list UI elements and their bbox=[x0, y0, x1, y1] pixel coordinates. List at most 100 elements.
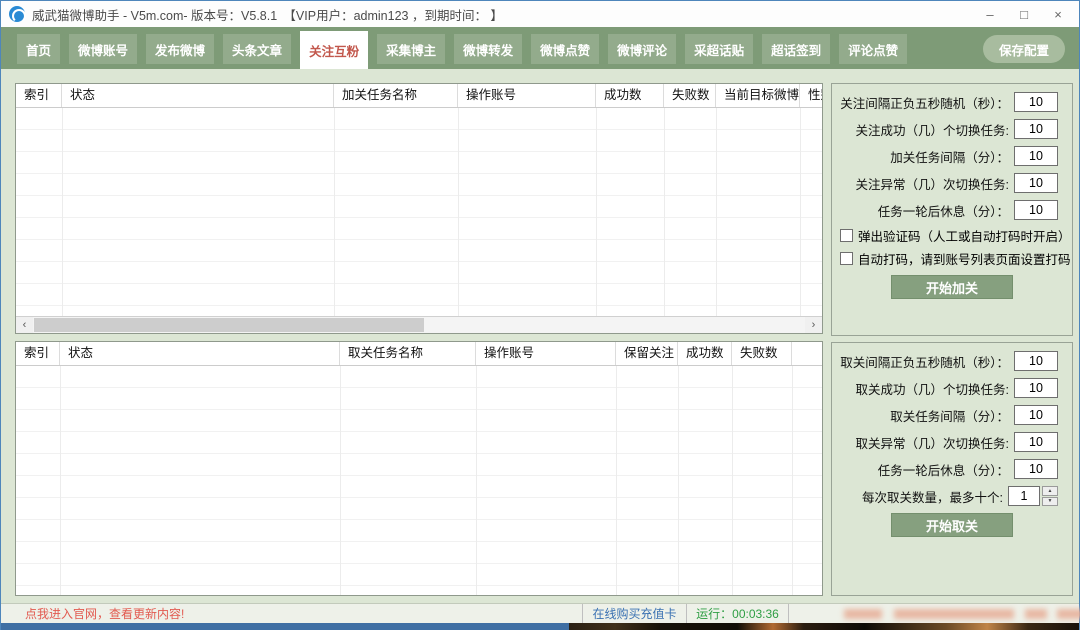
status-buy-section: 在线购买充值卡 bbox=[583, 604, 687, 623]
desktop-edge-left bbox=[1, 623, 569, 630]
follow-interval-random-row: 关注间隔正负五秒随机（秒）： bbox=[832, 92, 1072, 112]
column-header-失败数[interactable]: 失败数 bbox=[664, 84, 716, 108]
tab-评论点赞[interactable]: 评论点赞 bbox=[839, 34, 907, 64]
unfollow-success-switch-row: 取关成功（几）个切换任务: bbox=[832, 378, 1072, 398]
start-unfollow-button[interactable]: 开始取关 bbox=[891, 513, 1013, 537]
unfollow-success-switch-input[interactable] bbox=[1014, 378, 1058, 398]
column-divider bbox=[334, 108, 335, 316]
unfollow-round-rest-row: 任务一轮后休息（分）： bbox=[832, 459, 1072, 479]
spinner-down-icon[interactable]: ▼ bbox=[1042, 497, 1058, 507]
tab-超话签到[interactable]: 超话签到 bbox=[762, 34, 830, 64]
column-header-保留关注[interactable]: 保留关注 bbox=[616, 342, 678, 366]
tab-bar-tabs: 首页微博账号发布微博头条文章关注互粉采集博主微博转发微博点赞微博评论采超话贴超话… bbox=[17, 27, 907, 69]
follow-interval-random-label: 关注间隔正负五秒随机（秒）： bbox=[840, 93, 1009, 112]
status-bar: 点我进入官网，查看更新内容! 在线购买充值卡 运行： 00:03:36 bbox=[1, 603, 1079, 623]
follow-table-hscrollbar[interactable]: ‹ › bbox=[16, 316, 822, 333]
unfollow-success-switch-label: 取关成功（几）个切换任务: bbox=[856, 379, 1009, 398]
column-header-状态[interactable]: 状态 bbox=[60, 342, 340, 366]
unfollow-count-stepper: ▲▼ bbox=[1042, 486, 1058, 506]
status-home-section: 点我进入官网，查看更新内容! bbox=[1, 604, 583, 623]
follow-round-rest-input[interactable] bbox=[1014, 200, 1058, 220]
app-window: 威武猫微博助手 - V5m.com- 版本号：V5.8.1 【VIP用户：adm… bbox=[0, 0, 1080, 630]
tab-微博账号[interactable]: 微博账号 bbox=[69, 34, 137, 64]
window-controls: – □ × bbox=[973, 1, 1075, 27]
spinner-up-icon[interactable]: ▲ bbox=[1042, 486, 1058, 496]
app-logo-icon bbox=[9, 6, 25, 22]
unfollow-error-switch-label: 取关异常（几）次切换任务: bbox=[856, 433, 1009, 452]
unfollow-count-input[interactable] bbox=[1008, 486, 1040, 506]
follow-task-interval-row: 加关任务间隔（分）： bbox=[832, 146, 1072, 166]
buy-recharge-card-link[interactable]: 在线购买充值卡 bbox=[592, 605, 676, 622]
column-header-操作账号[interactable]: 操作账号 bbox=[476, 342, 616, 366]
column-header-成功数[interactable]: 成功数 bbox=[678, 342, 732, 366]
column-header-成功数[interactable]: 成功数 bbox=[596, 84, 664, 108]
save-config-button[interactable]: 保存配置 bbox=[983, 35, 1065, 63]
unfollow-task-table: 索引状态取关任务名称操作账号保留关注成功数失败数 bbox=[15, 341, 823, 596]
redacted-watermark bbox=[1025, 609, 1047, 619]
redacted-watermark bbox=[894, 609, 1014, 619]
tab-采集博主[interactable]: 采集博主 bbox=[377, 34, 445, 64]
follow-success-switch-input[interactable] bbox=[1014, 119, 1058, 139]
follow-round-rest-label: 任务一轮后休息（分）： bbox=[878, 201, 1009, 220]
tab-发布微博[interactable]: 发布微博 bbox=[146, 34, 214, 64]
unfollow-interval-random-input[interactable] bbox=[1014, 351, 1058, 371]
follow-table-body[interactable] bbox=[16, 108, 822, 316]
unfollow-round-rest-input[interactable] bbox=[1014, 459, 1058, 479]
tab-微博评论[interactable]: 微博评论 bbox=[608, 34, 676, 64]
minimize-button[interactable]: – bbox=[973, 1, 1007, 27]
column-header-加关任务名称[interactable]: 加关任务名称 bbox=[334, 84, 458, 108]
column-header-操作账号[interactable]: 操作账号 bbox=[458, 84, 596, 108]
column-divider bbox=[616, 366, 617, 595]
tab-bar: 首页微博账号发布微博头条文章关注互粉采集博主微博转发微博点赞微博评论采超话贴超话… bbox=[1, 27, 1079, 69]
column-divider bbox=[732, 366, 733, 595]
column-divider bbox=[792, 366, 793, 595]
follow-task-interval-input[interactable] bbox=[1014, 146, 1058, 166]
scroll-left-icon[interactable]: ‹ bbox=[16, 317, 33, 333]
maximize-button[interactable]: □ bbox=[1007, 1, 1041, 27]
follow-success-switch-label: 关注成功（几）个切换任务: bbox=[856, 120, 1009, 139]
status-watermark-section bbox=[789, 604, 1079, 623]
column-header-blank[interactable] bbox=[792, 342, 822, 366]
tab-微博点赞[interactable]: 微博点赞 bbox=[531, 34, 599, 64]
column-header-索引[interactable]: 索引 bbox=[16, 342, 60, 366]
auto-captcha-checkbox[interactable] bbox=[840, 252, 853, 265]
unfollow-task-interval-label: 取关任务间隔（分）： bbox=[890, 406, 1009, 425]
desktop-edge bbox=[1, 623, 1079, 630]
follow-interval-random-input[interactable] bbox=[1014, 92, 1058, 112]
unfollow-task-interval-input[interactable] bbox=[1014, 405, 1058, 425]
unfollow-error-switch-input[interactable] bbox=[1014, 432, 1058, 452]
follow-table-header: 索引状态加关任务名称操作账号成功数失败数当前目标微博性别 bbox=[16, 84, 822, 108]
column-header-失败数[interactable]: 失败数 bbox=[732, 342, 792, 366]
desktop-edge-right bbox=[569, 623, 1079, 630]
follow-success-switch-row: 关注成功（几）个切换任务: bbox=[832, 119, 1072, 139]
start-follow-button[interactable]: 开始加关 bbox=[891, 275, 1013, 299]
column-header-索引[interactable]: 索引 bbox=[16, 84, 62, 108]
unfollow-interval-random-label: 取关间隔正负五秒随机（秒）： bbox=[840, 352, 1009, 371]
column-header-性别[interactable]: 性别 bbox=[800, 84, 822, 108]
official-site-link[interactable]: 点我进入官网，查看更新内容! bbox=[25, 605, 184, 622]
tab-首页[interactable]: 首页 bbox=[17, 34, 60, 64]
column-divider bbox=[476, 366, 477, 595]
follow-panel-rows: 关注间隔正负五秒随机（秒）：关注成功（几）个切换任务:加关任务间隔（分）：关注异… bbox=[832, 92, 1072, 266]
column-divider bbox=[664, 108, 665, 316]
column-divider bbox=[800, 108, 801, 316]
scroll-right-icon[interactable]: › bbox=[805, 317, 822, 333]
close-button[interactable]: × bbox=[1041, 1, 1075, 27]
follow-task-table: 索引状态加关任务名称操作账号成功数失败数当前目标微博性别 ‹ › bbox=[15, 83, 823, 334]
tab-头条文章[interactable]: 头条文章 bbox=[223, 34, 291, 64]
column-divider bbox=[340, 366, 341, 595]
unfollow-interval-random-row: 取关间隔正负五秒随机（秒）： bbox=[832, 351, 1072, 371]
unfollow-table-body[interactable] bbox=[16, 366, 822, 595]
column-divider bbox=[678, 366, 679, 595]
tab-微博转发[interactable]: 微博转发 bbox=[454, 34, 522, 64]
column-header-取关任务名称[interactable]: 取关任务名称 bbox=[340, 342, 476, 366]
column-header-当前目标微博[interactable]: 当前目标微博 bbox=[716, 84, 800, 108]
scrollbar-thumb[interactable] bbox=[34, 318, 424, 332]
column-divider bbox=[62, 108, 63, 316]
column-divider bbox=[60, 366, 61, 595]
tab-关注互粉[interactable]: 关注互粉 bbox=[300, 31, 368, 69]
column-header-状态[interactable]: 状态 bbox=[62, 84, 334, 108]
popup-captcha-checkbox[interactable] bbox=[840, 229, 853, 242]
tab-采超话贴[interactable]: 采超话贴 bbox=[685, 34, 753, 64]
follow-error-switch-input[interactable] bbox=[1014, 173, 1058, 193]
